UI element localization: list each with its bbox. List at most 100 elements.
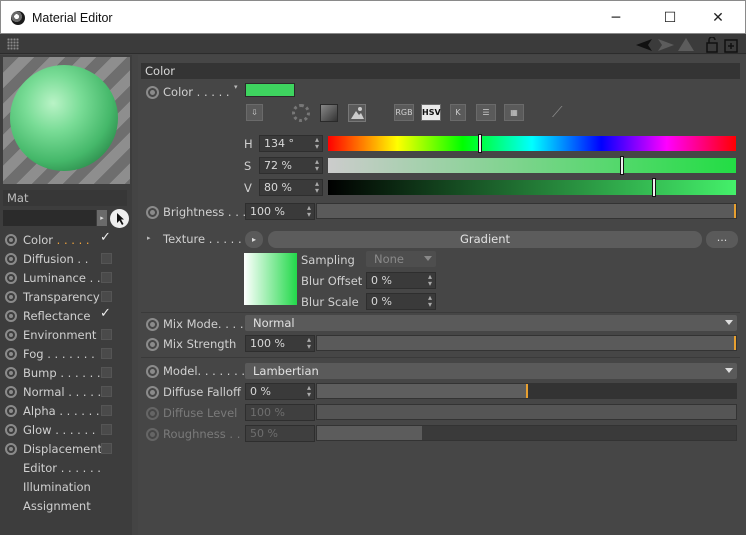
check-icon[interactable]: ✓ [100, 230, 111, 245]
pick-cursor-icon[interactable] [110, 209, 129, 228]
saturation-slider[interactable] [328, 156, 736, 175]
roughness-field[interactable]: 50 % [245, 425, 315, 442]
channel-item[interactable]: Assignment [0, 497, 132, 516]
hue-slider-thumb[interactable] [477, 134, 482, 153]
diffuse-level-anim-radio[interactable] [146, 407, 159, 420]
spin-arrows-icon[interactable]: ▴ ▾ [307, 384, 311, 399]
model-anim-radio[interactable] [146, 365, 159, 378]
grip-icon[interactable] [7, 38, 19, 50]
channel-checkbox[interactable] [101, 329, 112, 340]
mix-strength-anim-radio[interactable] [146, 338, 159, 351]
diffuse-level-slider[interactable] [316, 404, 737, 420]
channel-item[interactable]: Editor . . . . . . [0, 459, 132, 478]
channel-radio[interactable] [5, 329, 17, 341]
color-swatch[interactable] [245, 83, 295, 97]
diffuse-falloff-anim-radio[interactable] [146, 386, 159, 399]
channel-radio[interactable] [5, 405, 17, 417]
channel-radio[interactable] [5, 272, 17, 284]
roughness-anim-radio[interactable] [146, 428, 159, 441]
texture-more-button[interactable]: ... [706, 231, 738, 248]
mix-mode-anim-radio[interactable] [146, 318, 159, 331]
spin-arrows-icon[interactable]: ▴ ▾ [315, 180, 319, 195]
field-arrow-button[interactable]: ▸ [97, 210, 107, 226]
blur-scale-field[interactable]: 0 % ▴ ▾ [366, 293, 436, 310]
image-picker-icon[interactable] [348, 104, 366, 122]
channel-item[interactable]: Alpha . . . . . . [0, 402, 132, 421]
material-name-field[interactable]: Mat [3, 190, 127, 206]
value-field[interactable]: 80 % ▴ ▾ [259, 179, 323, 196]
mix-strength-field[interactable]: 100 % ▴ ▾ [245, 335, 315, 352]
sampling-dropdown[interactable]: None [366, 251, 436, 267]
channel-checkbox[interactable] [101, 386, 112, 397]
mix-strength-slider[interactable] [316, 335, 737, 351]
texture-gradient-preview[interactable] [244, 253, 297, 305]
texture-expand-icon[interactable]: ▸ [147, 234, 151, 242]
brightness-anim-radio[interactable] [146, 206, 159, 219]
maximize-button[interactable]: ☐ [647, 6, 693, 30]
rgb-mode-button[interactable]: RGB [394, 104, 414, 121]
hsv-mode-button[interactable]: HSV [421, 104, 441, 121]
eyedropper-icon[interactable]: ⟋ [552, 103, 570, 123]
kelvin-mode-button[interactable]: K [450, 104, 466, 121]
hue-slider[interactable] [328, 134, 736, 153]
channel-item[interactable]: Fog . . . . . . . [0, 345, 132, 364]
channel-item[interactable]: Bump . . . . . . [0, 364, 132, 383]
brightness-slider[interactable] [316, 203, 737, 219]
spin-arrows-icon[interactable]: ▴ ▾ [307, 204, 311, 219]
channel-radio[interactable] [5, 253, 17, 265]
spin-arrows-icon[interactable]: ▴ ▾ [428, 294, 432, 309]
hue-field[interactable]: 134 ° ▴ ▾ [259, 135, 323, 152]
diffuse-falloff-field[interactable]: 0 % ▴ ▾ [245, 383, 315, 400]
diffuse-falloff-slider[interactable] [316, 383, 737, 399]
roughness-slider[interactable] [316, 425, 737, 441]
channel-radio[interactable] [5, 348, 17, 360]
channel-radio[interactable] [5, 310, 17, 322]
saturation-field[interactable]: 72 % ▴ ▾ [259, 157, 323, 174]
eyedropper-screen-icon[interactable]: ⇩ [246, 104, 263, 121]
channel-item[interactable]: Reflectance ✓ [0, 306, 132, 326]
channel-item[interactable]: Normal . . . . . [0, 383, 132, 402]
channel-item[interactable]: Diffusion . . [0, 250, 132, 269]
spectrum-icon[interactable] [320, 104, 338, 122]
spin-arrows-icon[interactable]: ▴ ▾ [307, 336, 311, 351]
saturation-slider-thumb[interactable] [619, 156, 624, 175]
color-anim-radio[interactable] [146, 86, 159, 99]
spin-arrows-icon[interactable]: ▴ ▾ [315, 158, 319, 173]
mixer-mode-icon[interactable]: ▦ [504, 104, 524, 121]
channel-checkbox[interactable] [101, 405, 112, 416]
channel-item[interactable]: Glow . . . . . . [0, 421, 132, 440]
channel-item[interactable]: Environment [0, 326, 132, 345]
material-preview[interactable] [3, 57, 130, 184]
channel-item[interactable]: Displacement [0, 440, 132, 459]
channel-checkbox[interactable] [101, 253, 112, 264]
mix-mode-dropdown[interactable]: Normal [245, 315, 737, 331]
diffuse-level-field[interactable]: 100 % [245, 404, 315, 421]
model-dropdown[interactable]: Lambertian [245, 363, 737, 379]
value-slider[interactable] [328, 178, 736, 197]
channel-radio[interactable] [5, 443, 17, 455]
channel-radio[interactable] [5, 386, 17, 398]
check-icon[interactable]: ✓ [100, 306, 111, 321]
sliders-mode-icon[interactable]: ☰ [476, 104, 496, 121]
channel-radio[interactable] [5, 424, 17, 436]
channel-radio[interactable] [5, 291, 17, 303]
channel-checkbox[interactable] [101, 367, 112, 378]
color-expand-arrow-icon[interactable]: ▾ [234, 83, 238, 91]
channel-checkbox[interactable] [101, 291, 112, 302]
channel-radio[interactable] [5, 367, 17, 379]
channel-item[interactable]: Luminance . . [0, 269, 132, 288]
close-button[interactable]: ✕ [695, 6, 741, 30]
blur-offset-field[interactable]: 0 % ▴ ▾ [366, 272, 436, 289]
channel-radio[interactable] [5, 234, 17, 246]
channel-item[interactable]: Illumination [0, 478, 132, 497]
minimize-button[interactable]: ─ [593, 6, 639, 30]
channel-checkbox[interactable] [101, 272, 112, 283]
material-extra-field[interactable] [3, 210, 96, 226]
channel-item[interactable]: Transparency [0, 288, 132, 307]
channel-item[interactable]: Color . . . . . ✓ [0, 230, 132, 250]
channel-checkbox[interactable] [101, 348, 112, 359]
spin-arrows-icon[interactable]: ▴ ▾ [428, 273, 432, 288]
brightness-field[interactable]: 100 % ▴ ▾ [245, 203, 315, 220]
color-wheel-icon[interactable] [292, 104, 310, 122]
texture-menu-button[interactable]: ▸ [245, 231, 263, 248]
